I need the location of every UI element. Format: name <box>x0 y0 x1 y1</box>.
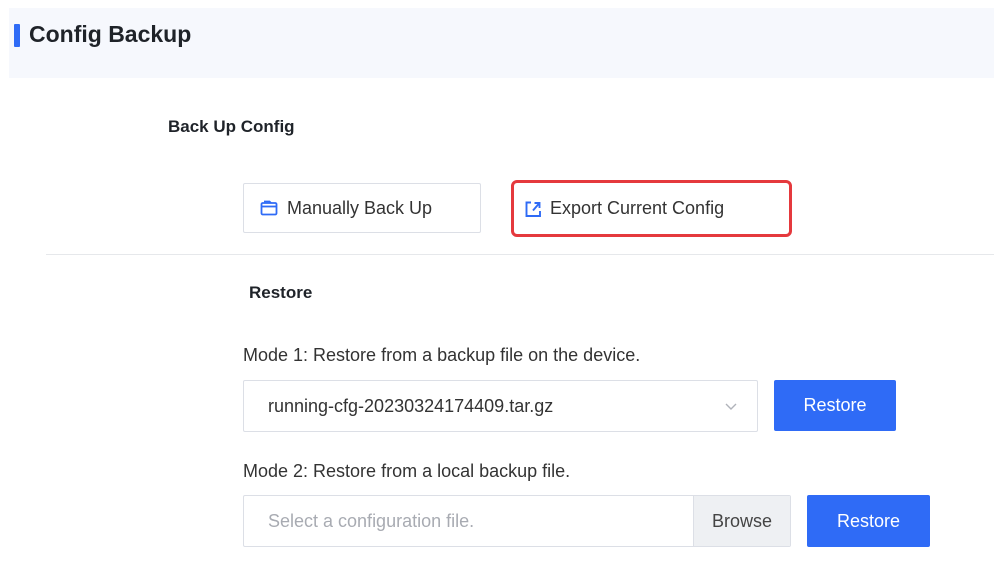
mode1-label: Mode 1: Restore from a backup file on th… <box>243 345 641 365</box>
backup-file-select-value: running-cfg-20230324174409.tar.gz <box>268 396 554 416</box>
backup-section-title: Back Up Config <box>168 117 295 136</box>
page-title: Config Backup <box>29 21 192 47</box>
chevron-down-icon <box>723 398 739 414</box>
local-file-input[interactable]: Select a configuration file. Browse <box>243 495 791 547</box>
local-file-placeholder: Select a configuration file. <box>268 511 475 531</box>
manual-backup-button[interactable]: Manually Back Up <box>243 183 481 233</box>
backup-file-select[interactable]: running-cfg-20230324174409.tar.gz <box>243 380 758 432</box>
page: Config Backup Back Up Config Manually Ba… <box>0 0 994 576</box>
export-icon <box>523 199 543 219</box>
browse-button[interactable]: Browse <box>693 496 790 546</box>
title-accent-bar <box>14 24 20 47</box>
export-config-label: Export Current Config <box>550 198 725 218</box>
manual-backup-label: Manually Back Up <box>287 197 433 218</box>
restore-from-device-button[interactable]: Restore <box>774 380 896 431</box>
section-divider <box>46 254 994 255</box>
folder-icon <box>259 198 279 218</box>
mode2-label: Mode 2: Restore from a local backup file… <box>243 461 571 481</box>
restore-from-local-button[interactable]: Restore <box>807 495 930 547</box>
export-config-button[interactable]: Export Current Config <box>511 180 792 237</box>
restore-section-title: Restore <box>249 283 313 302</box>
